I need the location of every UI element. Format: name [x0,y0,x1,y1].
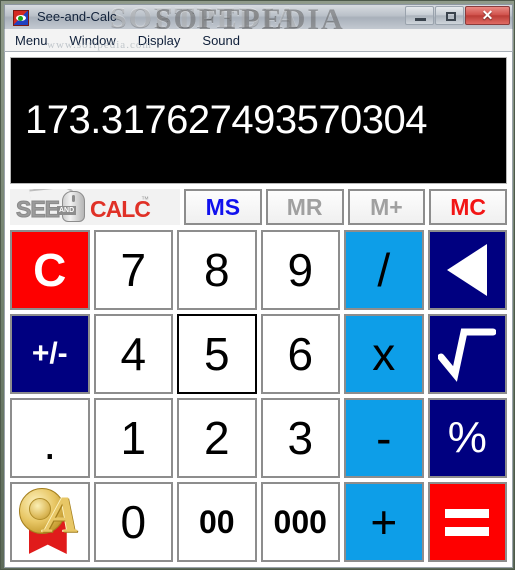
key-multiply[interactable]: x [344,314,424,394]
menu-item-menu[interactable]: Menu [15,33,48,48]
titlebar-watermark-light: SOFTPEDIA [110,4,300,29]
key-square-root[interactable] [427,314,507,394]
window-controls: ✕ [405,6,510,25]
close-icon: ✕ [481,7,494,23]
window-title: See-and-Calc [37,9,117,24]
sqrt-icon [438,328,497,382]
eye-icon [13,10,29,26]
maximize-icon [446,12,456,21]
key-subtract[interactable]: - [344,398,424,478]
key-clear[interactable]: C [10,230,90,310]
display-value: 173.317627493570304 [25,98,428,142]
minimize-button[interactable] [405,6,434,25]
memory-store-button[interactable]: MS [184,189,262,225]
keypad: C 7 8 9 / +/- 4 5 6 x . 1 2 3 - % A 0 00… [10,230,507,562]
titlebar-watermark-dark: SOFTPEDIA [155,4,345,29]
key-digit-5[interactable]: 5 [177,314,257,394]
key-double-zero[interactable]: 00 [177,482,257,562]
maximize-button[interactable] [435,6,464,25]
minimize-icon [415,18,426,21]
key-sign-toggle[interactable]: +/- [10,314,90,394]
memory-buttons: MS MR M+ MC [184,189,507,225]
see-and-calc-logo: SEE AND CALC ™ [10,189,180,225]
mouse-wheel-icon [72,195,75,202]
key-digit-6[interactable]: 6 [260,314,340,394]
key-digit-8[interactable]: 8 [177,230,257,310]
menu-item-sound[interactable]: Sound [202,33,240,48]
key-digit-1[interactable]: 1 [93,398,173,478]
logo-text-see: SEE [15,196,60,223]
key-sign-toggle-label: +/- [31,337,68,370]
memory-row: SEE AND CALC ™ MS MR M+ MC [10,188,507,226]
calculator-display[interactable]: 173.317627493570304 [10,57,507,184]
title-bar: SOFTPEDIA SOFTPEDIA See-and-Calc ✕ [4,4,513,29]
memory-clear-button[interactable]: MC [429,189,507,225]
key-digit-0[interactable]: 0 [93,482,173,562]
key-digit-3[interactable]: 3 [260,398,340,478]
key-digit-7[interactable]: 7 [93,230,173,310]
application-window: SOFTPEDIA SOFTPEDIA See-and-Calc ✕ Menu … [0,0,515,570]
award-badge: A [10,482,90,562]
eye-pupil [18,16,23,21]
key-percent-label: % [447,413,487,462]
menu-item-display[interactable]: Display [138,33,181,48]
memory-add-button[interactable]: M+ [347,189,426,225]
close-button[interactable]: ✕ [465,6,510,25]
key-triple-zero[interactable]: 000 [260,482,340,562]
logo-text-and: AND [57,206,77,215]
equals-bar-bottom [445,526,490,536]
medal-letter-a: A [44,487,80,544]
memory-recall-button[interactable]: MR [265,189,344,225]
backspace-triangle-icon [447,244,488,296]
calculator-body: 173.317627493570304 SEE AND CALC ™ MS MR… [4,52,513,568]
menu-bar: Menu Window Display Sound www.softpedia.… [4,29,513,52]
key-decimal-point[interactable]: . [10,398,90,478]
award-medal-icon: A [15,486,85,558]
key-percent[interactable]: % [427,398,507,478]
equals-bar-top [445,508,490,518]
key-divide[interactable]: / [344,230,424,310]
key-backspace[interactable] [427,230,507,310]
menu-item-window[interactable]: Window [70,33,116,48]
key-equals[interactable] [427,482,507,562]
equals-bars-icon [445,508,490,536]
key-digit-2[interactable]: 2 [177,398,257,478]
key-digit-4[interactable]: 4 [93,314,173,394]
logo-trademark: ™ [141,195,149,204]
key-digit-9[interactable]: 9 [260,230,340,310]
key-add[interactable]: + [344,482,424,562]
